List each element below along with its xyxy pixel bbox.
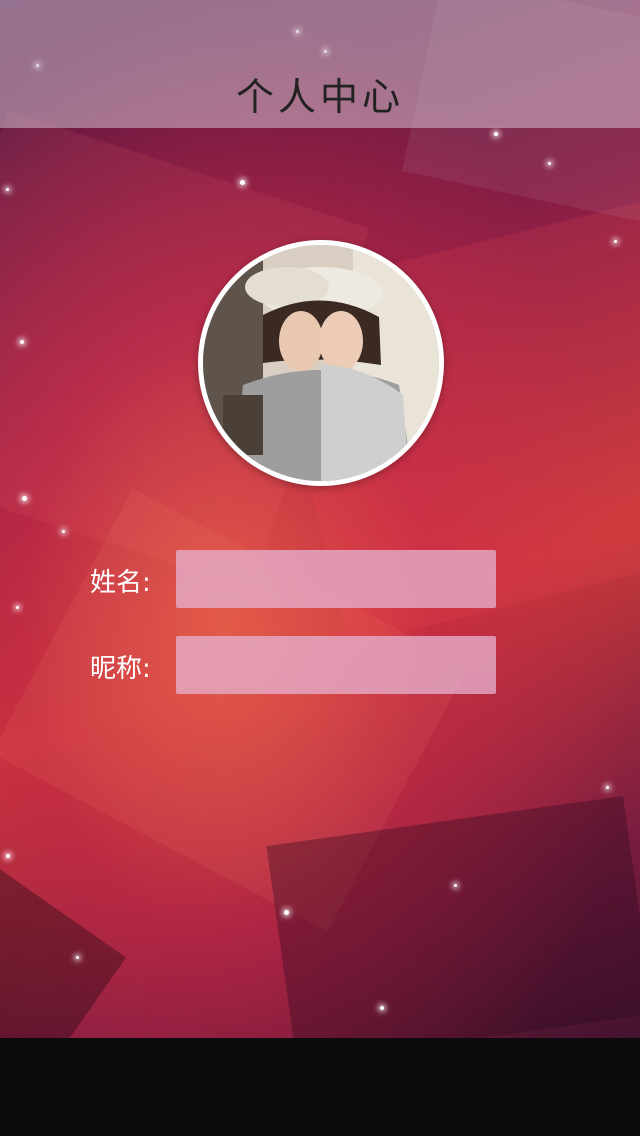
sparkle-icon [76, 956, 79, 959]
sparkle-icon [62, 530, 65, 533]
sparkle-icon [22, 496, 27, 501]
sparkle-icon [548, 162, 551, 165]
name-input[interactable] [176, 550, 496, 608]
sparkle-icon [20, 340, 24, 344]
bottom-bar [0, 1038, 640, 1136]
top-navigation-bar: 个人中心 [0, 0, 640, 128]
sparkle-icon [6, 854, 10, 858]
nickname-row: 昵称: [0, 636, 640, 694]
avatar-photo-icon [203, 245, 439, 481]
sparkle-icon [380, 1006, 384, 1010]
background-shard [266, 796, 640, 1064]
avatar[interactable] [198, 240, 444, 486]
sparkle-icon [606, 786, 609, 789]
page-title: 个人中心 [235, 75, 404, 119]
sparkle-icon [284, 910, 289, 915]
name-label: 姓名: [90, 568, 151, 598]
sparkle-icon [614, 240, 617, 243]
sparkle-icon [494, 132, 498, 136]
nickname-label: 昵称: [90, 654, 151, 684]
sparkle-icon [240, 180, 245, 185]
sparkle-icon [454, 884, 457, 887]
name-row: 姓名: [0, 550, 640, 608]
nickname-input[interactable] [176, 636, 496, 694]
sparkle-icon [6, 188, 9, 191]
